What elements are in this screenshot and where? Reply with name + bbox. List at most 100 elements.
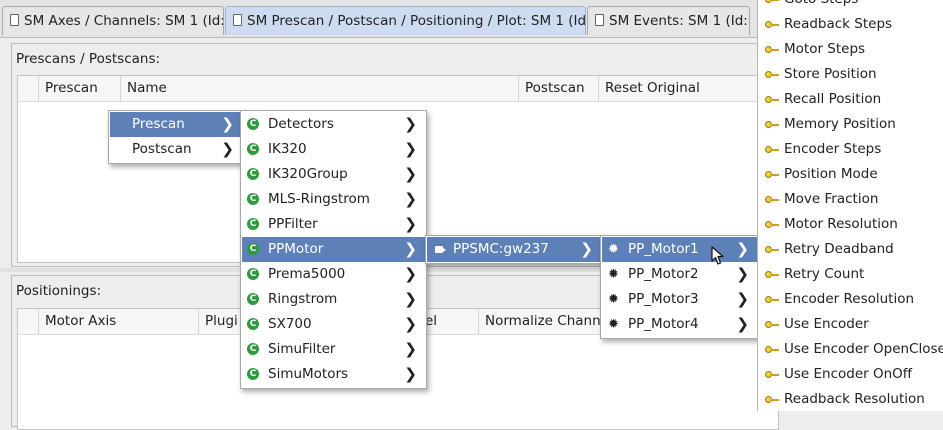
submenu-arrow-icon: ❯ — [736, 265, 749, 283]
menu-item-recall-position[interactable]: Recall Position — [758, 87, 943, 112]
class-icon: C — [247, 143, 259, 155]
menu-item-pp-motor4[interactable]: ✹ PP_Motor4 ❯ — [602, 312, 757, 337]
menu-item-retry-count[interactable]: Retry Count — [758, 262, 943, 287]
menu-item-pp-motor3[interactable]: ✹ PP_Motor3 ❯ — [602, 287, 757, 312]
menu-item-label: Use Encoder OpenClose — [784, 341, 943, 357]
submenu-arrow-icon: ❯ — [404, 140, 417, 158]
submenu-arrow-icon: ❯ — [404, 340, 417, 358]
tab-events[interactable]: SM Events: SM 1 (Id: 1) — [587, 6, 750, 35]
tab-prescan-postscan-positioning-plot[interactable]: SM Prescan / Postscan / Positioning / Pl… — [225, 6, 586, 35]
menu-item-label: Motor Resolution — [784, 216, 898, 232]
menu-item-label: Encoder Resolution — [784, 291, 915, 307]
menu-item-simufilter[interactable]: C SimuFilter ❯ — [242, 337, 425, 362]
class-icon: C — [247, 268, 259, 280]
column-motor-axis[interactable]: Motor Axis — [38, 309, 198, 334]
menu-item-encoder-resolution[interactable]: Encoder Resolution — [758, 287, 943, 312]
prescan-table-header: Prescan Name Postscan Reset Original — [18, 76, 778, 102]
menu-item-label: Readback Steps — [784, 16, 893, 32]
menu-item-label: Ringstrom — [268, 291, 338, 307]
motor-gear-icon: ✹ — [608, 292, 619, 307]
tab-label: SM Axes / Channels: SM 1 (Id: 1) — [24, 13, 224, 29]
submenu-arrow-icon: ❯ — [404, 290, 417, 308]
menu-item-use-encoder[interactable]: Use Encoder — [758, 312, 943, 337]
menu-item-label: PP_Motor3 — [628, 291, 699, 307]
option-key-icon — [765, 346, 779, 353]
menu-item-ppsmc-gw237[interactable]: PPSMC:gw237 ❯ — [427, 237, 601, 262]
menu-item-store-position[interactable]: Store Position — [758, 62, 943, 87]
class-icon: C — [247, 243, 259, 255]
menu-item-ik320group[interactable]: C IK320Group ❯ — [242, 162, 425, 187]
option-key-icon — [765, 71, 779, 78]
menu-item-label: Prema5000 — [268, 266, 346, 282]
menu-item-position-mode[interactable]: Position Mode — [758, 162, 943, 187]
menu-item-motor-steps[interactable]: Motor Steps — [758, 37, 943, 62]
menu-item-prema5000[interactable]: C Prema5000 ❯ — [242, 262, 425, 287]
menu-item-ppmotor[interactable]: C PPMotor ❯ — [242, 237, 425, 262]
submenu-arrow-icon: ❯ — [404, 365, 417, 383]
option-key-icon — [765, 196, 779, 203]
submenu-arrow-icon: ❯ — [404, 190, 417, 208]
menu-item-ik320[interactable]: C IK320 ❯ — [242, 137, 425, 162]
class-icon: C — [247, 218, 259, 230]
menu-item-goto-steps[interactable]: Goto Steps — [758, 0, 943, 12]
submenu-arrow-icon: ❯ — [736, 315, 749, 333]
menu-item-pp-motor1[interactable]: ✹ PP_Motor1 ❯ — [602, 237, 757, 262]
motor-option-submenu: Goto Steps Readback Steps Motor Steps St… — [757, 0, 943, 411]
device-server-icon — [435, 246, 446, 253]
editor-tab-bar: SM Axes / Channels: SM 1 (Id: 1) SM Pres… — [0, 0, 760, 38]
submenu-arrow-icon: ❯ — [221, 140, 234, 158]
option-key-icon — [765, 146, 779, 153]
column-channel[interactable]: el — [418, 309, 478, 334]
column-postscan[interactable]: Postscan — [518, 76, 598, 101]
option-key-icon — [765, 171, 779, 178]
class-icon: C — [247, 118, 259, 130]
menu-item-ringstrom[interactable]: C Ringstrom ❯ — [242, 287, 425, 312]
tab-axes-channels[interactable]: SM Axes / Channels: SM 1 (Id: 1) — [2, 6, 224, 35]
menu-item-detectors[interactable]: C Detectors ❯ — [242, 112, 425, 137]
class-icon: C — [247, 343, 259, 355]
menu-item-label: SimuFilter — [268, 341, 336, 357]
menu-item-use-encoder-openclose[interactable]: Use Encoder OpenClose — [758, 337, 943, 362]
option-key-icon — [765, 21, 779, 28]
menu-item-label: SimuMotors — [268, 366, 349, 382]
column-reset-original[interactable]: Reset Original — [598, 76, 778, 101]
option-key-icon — [765, 321, 779, 328]
menu-item-motor-resolution[interactable]: Motor Resolution — [758, 212, 943, 237]
class-icon: C — [247, 193, 259, 205]
submenu-arrow-icon: ❯ — [736, 240, 749, 258]
submenu-arrow-icon: ❯ — [404, 165, 417, 183]
menu-item-ppfilter[interactable]: C PPFilter ❯ — [242, 212, 425, 237]
menu-item-prescan[interactable]: Prescan ❯ — [110, 112, 242, 137]
menu-item-encoder-steps[interactable]: Encoder Steps — [758, 137, 943, 162]
menu-item-memory-position[interactable]: Memory Position — [758, 112, 943, 137]
option-key-icon — [765, 96, 779, 103]
menu-item-label: Encoder Steps — [784, 141, 882, 157]
menu-item-label: Move Fraction — [784, 191, 879, 207]
column-prescan[interactable]: Prescan — [38, 76, 120, 101]
tab-document-icon — [595, 14, 604, 26]
menu-item-simumotors[interactable]: C SimuMotors ❯ — [242, 362, 425, 387]
menu-item-label: Use Encoder — [784, 316, 869, 332]
menu-item-label: MLS-Ringstrom — [268, 191, 370, 207]
menu-item-label: SX700 — [268, 316, 312, 332]
menu-item-label: Prescan — [132, 116, 185, 132]
menu-item-label: IK320 — [268, 141, 307, 157]
device-server-submenu: PPSMC:gw237 ❯ — [425, 235, 603, 264]
menu-item-mls-ringstrom[interactable]: C MLS-Ringstrom ❯ — [242, 187, 425, 212]
menu-item-retry-deadband[interactable]: Retry Deadband — [758, 237, 943, 262]
column-name[interactable]: Name — [120, 76, 518, 101]
menu-item-postscan[interactable]: Postscan ❯ — [110, 137, 242, 162]
positionings-panel-title: Positionings: — [16, 283, 102, 299]
menu-item-readback-resolution[interactable]: Readback Resolution — [758, 387, 943, 412]
menu-item-label: PP_Motor1 — [628, 241, 699, 257]
menu-item-readback-steps[interactable]: Readback Steps — [758, 12, 943, 37]
submenu-arrow-icon: ❯ — [404, 315, 417, 333]
menu-item-use-encoder-onoff[interactable]: Use Encoder OnOff — [758, 362, 943, 387]
menu-item-move-fraction[interactable]: Move Fraction — [758, 187, 943, 212]
tab-label: SM Prescan / Postscan / Positioning / Pl… — [247, 13, 586, 29]
menu-item-label: Recall Position — [784, 91, 882, 107]
menu-item-sx700[interactable]: C SX700 ❯ — [242, 312, 425, 337]
submenu-arrow-icon: ❯ — [404, 115, 417, 133]
menu-item-pp-motor2[interactable]: ✹ PP_Motor2 ❯ — [602, 262, 757, 287]
submenu-arrow-icon: ❯ — [404, 215, 417, 233]
